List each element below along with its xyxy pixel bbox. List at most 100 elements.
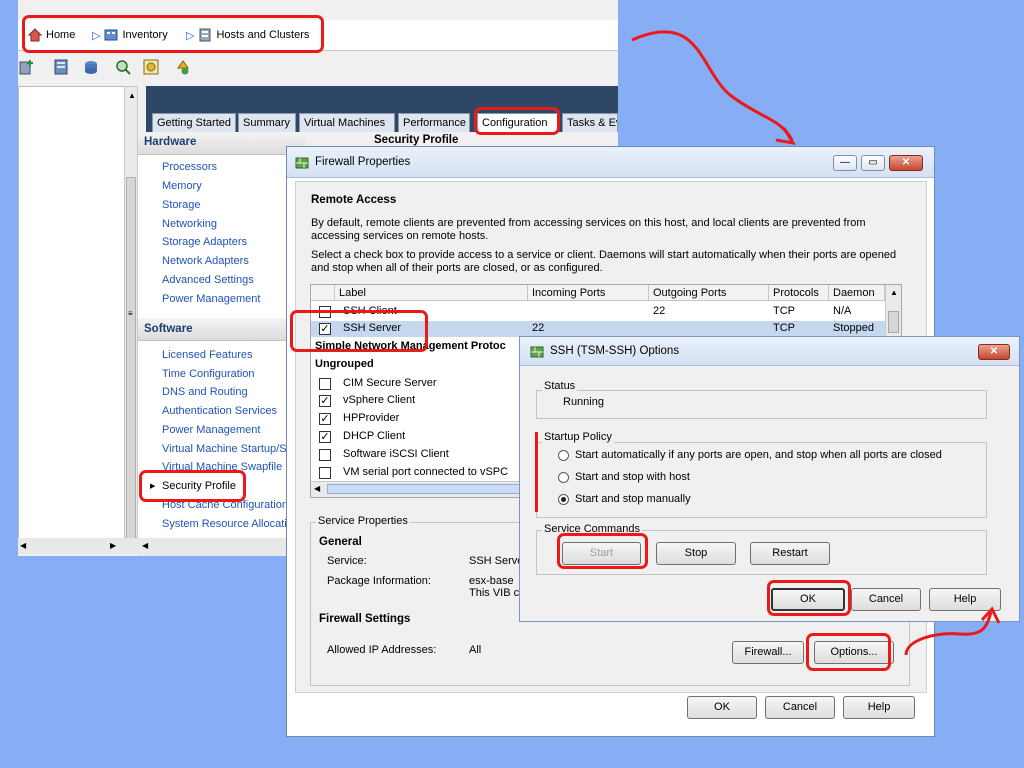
arrow-head-icon — [775, 127, 796, 146]
nav-storage-adapters[interactable]: Storage Adapters — [162, 236, 247, 248]
hardware-title: Hardware — [144, 136, 197, 148]
nav-time-configuration[interactable]: Time Configuration — [162, 368, 255, 380]
vspc-checkbox[interactable] — [319, 467, 331, 479]
annotation-configuration-highlight — [474, 107, 560, 135]
annotation-ssh-server-highlight — [290, 310, 428, 352]
policy-manual-radio[interactable] — [558, 494, 569, 505]
cancel-button[interactable]: Cancel — [851, 588, 921, 611]
host-icon[interactable] — [52, 58, 70, 76]
firewall-title-bar[interactable]: Firewall Properties — ▭ ✕ — [287, 147, 934, 178]
scroll-left-icon[interactable]: ◀ — [314, 484, 320, 493]
annotation-startup-policy-bar — [535, 432, 538, 512]
description-2: Select a check box to provide access to … — [311, 249, 897, 274]
nav-memory[interactable]: Memory — [162, 180, 202, 192]
remote-access-title: Remote Access — [311, 194, 397, 206]
package-value-2: This VIB co — [469, 587, 526, 599]
help-button[interactable]: Help — [929, 588, 1001, 611]
close-button[interactable]: ✕ — [889, 155, 923, 171]
datacenter-icon[interactable] — [82, 58, 100, 76]
description-1: By default, remote clients are prevented… — [311, 217, 866, 242]
col-outgoing[interactable]: Outgoing Ports — [649, 285, 769, 301]
nav-vm-startup[interactable]: Virtual Machine Startup/Sh — [162, 443, 306, 455]
cancel-button[interactable]: Cancel — [765, 696, 835, 719]
policy-auto-radio[interactable] — [558, 450, 569, 461]
scrollbar-thumb[interactable] — [126, 177, 136, 547]
plugin-icon[interactable] — [174, 58, 192, 76]
nav-power-management-hw[interactable]: Power Management — [162, 293, 260, 305]
ssh-title-bar[interactable]: SSH (TSM-SSH) Options ✕ — [520, 337, 1019, 366]
general-title: General — [319, 536, 362, 548]
arrow-to-firewall-window — [631, 30, 794, 141]
tab-performance[interactable]: Performance — [398, 113, 470, 132]
firewall-button[interactable]: Firewall... — [732, 641, 804, 664]
service-label: Service: — [327, 555, 367, 567]
scrollbar-thumb[interactable] — [888, 311, 899, 333]
col-incoming[interactable]: Incoming Ports — [528, 285, 649, 301]
annotation-breadcrumb-highlight — [22, 15, 324, 53]
close-button[interactable]: ✕ — [978, 344, 1010, 360]
cim-checkbox[interactable] — [319, 378, 331, 390]
firewall-icon — [530, 346, 544, 358]
tree-vertical-scrollbar[interactable]: ▲ ≡ — [124, 86, 138, 547]
col-check — [311, 285, 335, 301]
tab-tasks-events[interactable]: Tasks & Ev — [562, 113, 618, 132]
policy-auto-label[interactable]: Start automatically if any ports are ope… — [575, 449, 942, 461]
col-protocols[interactable]: Protocols — [769, 285, 829, 301]
content-title: Security Profile — [374, 134, 459, 146]
scrollbar-thumb[interactable] — [327, 484, 547, 494]
package-value: esx-base — [469, 575, 514, 587]
inventory-tree-pane[interactable] — [18, 86, 126, 540]
allowed-ip-value: All — [469, 644, 482, 656]
nav-horizontal-scrollbar[interactable]: ◀ — [138, 538, 306, 556]
scroll-up-icon[interactable]: ▲ — [128, 91, 136, 100]
policy-with-host-radio[interactable] — [558, 472, 569, 483]
dhcp-checkbox[interactable]: ✓ — [319, 431, 331, 443]
help-button[interactable]: Help — [843, 696, 915, 719]
grip-icon: ≡ — [128, 309, 133, 318]
iscsi-checkbox[interactable] — [319, 449, 331, 461]
nav-storage[interactable]: Storage — [162, 199, 201, 211]
toolbar — [18, 52, 618, 82]
ssh-title: SSH (TSM-SSH) Options — [550, 345, 680, 357]
nav-advanced-settings[interactable]: Advanced Settings — [162, 274, 254, 286]
service-properties-legend: Service Properties — [316, 515, 410, 527]
minimize-button[interactable]: — — [833, 155, 857, 171]
scroll-left-icon[interactable]: ◀ — [142, 541, 148, 550]
package-label: Package Information: — [327, 575, 431, 587]
policy-with-host-label[interactable]: Start and stop with host — [575, 471, 690, 483]
nav-processors[interactable]: Processors — [162, 161, 217, 173]
vsphere-client-checkbox[interactable]: ✓ — [319, 395, 331, 407]
annotation-ok-highlight — [767, 580, 851, 616]
scroll-left-icon[interactable]: ◀ — [20, 541, 26, 550]
nav-network-adapters[interactable]: Network Adapters — [162, 255, 249, 267]
restart-button[interactable]: Restart — [750, 542, 830, 565]
annotation-security-profile-highlight — [139, 470, 246, 502]
tab-summary[interactable]: Summary — [238, 113, 296, 132]
nav-licensed-features[interactable]: Licensed Features — [162, 349, 253, 361]
tab-virtual-machines[interactable]: Virtual Machines — [299, 113, 395, 132]
stop-button[interactable]: Stop — [656, 542, 736, 565]
search-icon[interactable] — [114, 58, 132, 76]
firewall-settings-title: Firewall Settings — [319, 613, 411, 625]
group-ungrouped[interactable]: Ungrouped — [315, 358, 374, 370]
nav-power-management-sw[interactable]: Power Management — [162, 424, 260, 436]
maximize-button[interactable]: ▭ — [861, 155, 885, 171]
nav-dns-routing[interactable]: DNS and Routing — [162, 386, 248, 398]
tab-getting-started[interactable]: Getting Started — [152, 113, 236, 132]
scroll-up-icon[interactable]: ▲ — [890, 288, 898, 297]
settings-icon[interactable] — [142, 58, 160, 76]
policy-manual-label[interactable]: Start and stop manually — [575, 493, 691, 505]
scroll-right-icon[interactable]: ▶ — [110, 541, 116, 550]
hpprovider-checkbox[interactable]: ✓ — [319, 413, 331, 425]
tree-horizontal-scrollbar[interactable]: ◀ ▶ — [18, 538, 144, 554]
firewall-icon — [295, 157, 309, 169]
allowed-ip-label: Allowed IP Addresses: — [327, 644, 437, 656]
nav-networking[interactable]: Networking — [162, 218, 217, 230]
nav-system-resource[interactable]: System Resource Allocatio — [162, 518, 306, 530]
ssh-options-dialog: SSH (TSM-SSH) Options ✕ Status Running S… — [519, 336, 1020, 622]
add-host-icon[interactable] — [18, 58, 36, 76]
ok-button[interactable]: OK — [687, 696, 757, 719]
nav-authentication-services[interactable]: Authentication Services — [162, 405, 277, 417]
col-daemon[interactable]: Daemon — [829, 285, 885, 301]
col-label[interactable]: Label — [335, 285, 528, 301]
